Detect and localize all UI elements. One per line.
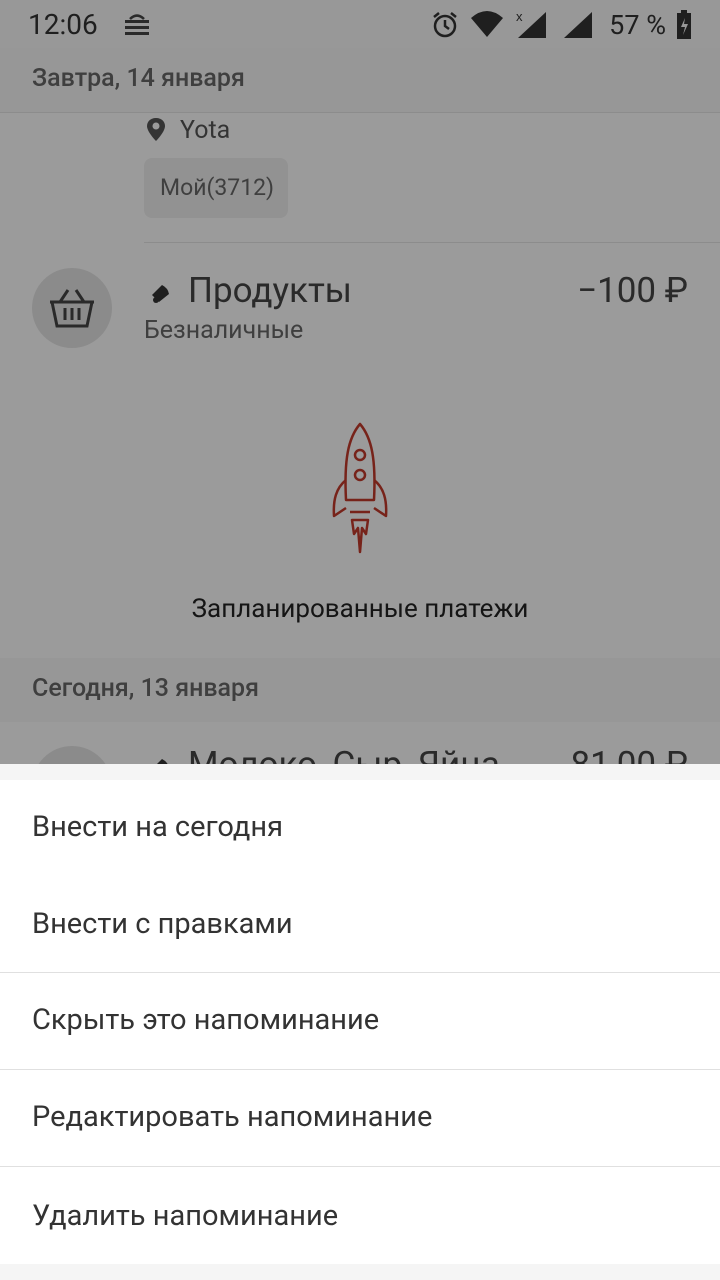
menu-item-edit-reminder[interactable]: Редактировать напоминание: [0, 1070, 720, 1166]
menu-item-add-today[interactable]: Внести на сегодня: [0, 780, 720, 877]
menu-item-label: Внести на сегодня: [32, 810, 284, 844]
menu-item-delete-reminder[interactable]: Удалить напоминание: [0, 1167, 720, 1264]
menu-item-add-with-edits[interactable]: Внести с правками: [0, 877, 720, 972]
menu-item-hide-reminder[interactable]: Скрыть это напоминание: [0, 973, 720, 1069]
menu-item-label: Скрыть это напоминание: [32, 1003, 380, 1037]
action-bottom-sheet: Внести на сегодня Внести с правками Скры…: [0, 764, 720, 1280]
menu-item-label: Внести с правками: [32, 907, 293, 941]
menu-item-label: Удалить напоминание: [32, 1199, 339, 1233]
sheet-top-edge: [0, 764, 720, 780]
menu-item-label: Редактировать напоминание: [32, 1100, 433, 1134]
sheet-bottom-edge: [0, 1264, 720, 1280]
scrim-overlay[interactable]: [0, 0, 720, 764]
